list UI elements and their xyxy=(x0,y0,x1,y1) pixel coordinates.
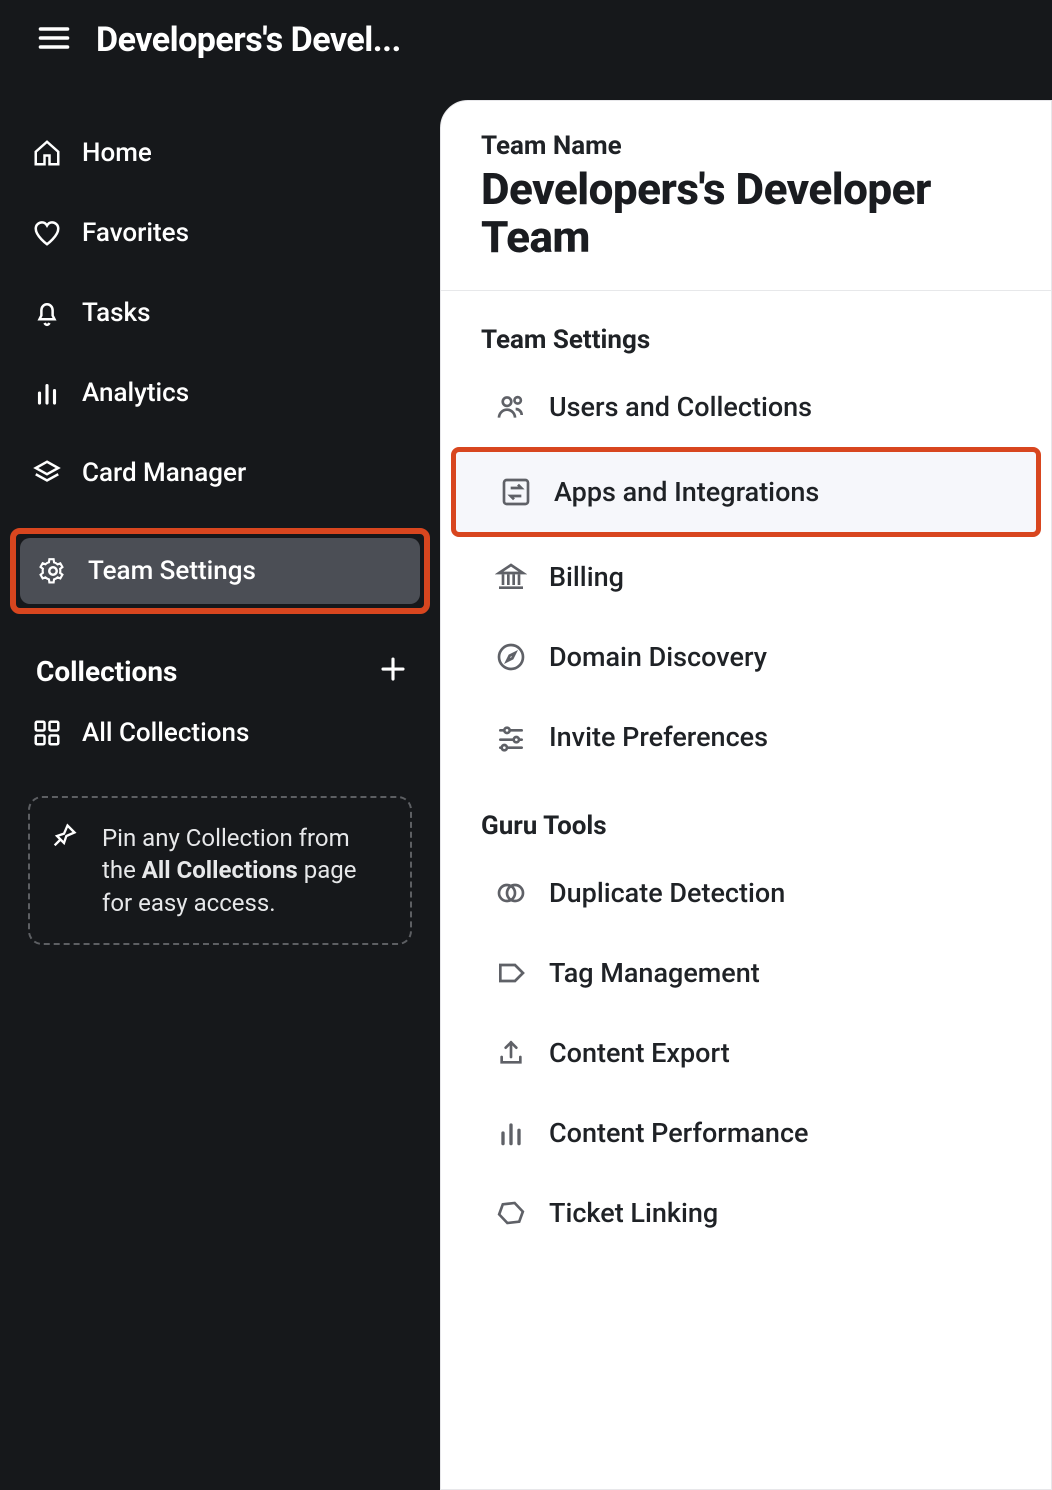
panel-item-domain-discovery[interactable]: Domain Discovery xyxy=(441,617,1051,697)
layers-icon xyxy=(32,458,62,488)
panel-item-duplicate-detection[interactable]: Duplicate Detection xyxy=(441,853,1051,933)
panel-item-apps-integrations[interactable]: Apps and Integrations xyxy=(456,452,1036,532)
collections-label: Collections xyxy=(36,655,177,688)
panel-header: Team Name Developers's Developer Team xyxy=(441,131,1051,291)
panel-highlight: Apps and Integrations xyxy=(451,447,1041,537)
gear-icon xyxy=(38,556,68,586)
sidebar-item-label: Team Settings xyxy=(88,556,256,586)
panel-item-label: Content Export xyxy=(549,1037,730,1069)
sidebar: Home Favorites Tasks Analytics xyxy=(0,100,440,1490)
bar-chart-icon xyxy=(495,1117,527,1149)
app-title: Developers's Devel... xyxy=(96,20,401,60)
sidebar-item-team-settings[interactable]: Team Settings xyxy=(20,538,420,604)
team-name-heading: Developers's Developer Team xyxy=(481,165,1011,262)
overlap-circles-icon xyxy=(495,877,527,909)
sidebar-item-card-manager[interactable]: Card Manager xyxy=(14,440,426,506)
topbar: Developers's Devel... xyxy=(0,0,1052,100)
panel-section-team-settings: Team Settings Users and Collections Apps… xyxy=(441,291,1051,777)
home-icon xyxy=(32,138,62,168)
export-icon xyxy=(495,1037,527,1069)
panel-item-label: Invite Preferences xyxy=(549,721,768,753)
panel-item-billing[interactable]: Billing xyxy=(441,537,1051,617)
pin-icon xyxy=(50,822,78,919)
panel-item-users-collections[interactable]: Users and Collections xyxy=(441,367,1051,447)
panel-item-tag-management[interactable]: Tag Management xyxy=(441,933,1051,1013)
menu-icon[interactable] xyxy=(36,20,72,60)
panel-item-label: Domain Discovery xyxy=(549,641,767,673)
sidebar-item-analytics[interactable]: Analytics xyxy=(14,360,426,426)
pin-hint-text-bold: All Collections xyxy=(142,856,298,884)
panel-item-content-export[interactable]: Content Export xyxy=(441,1013,1051,1093)
panel-item-label: Billing xyxy=(549,561,624,593)
panel-item-ticket-linking[interactable]: Ticket Linking xyxy=(441,1173,1051,1253)
sidebar-item-label: Card Manager xyxy=(82,458,246,488)
panel-item-label: Duplicate Detection xyxy=(549,877,785,909)
grid-icon xyxy=(32,718,62,748)
panel-item-label: Tag Management xyxy=(549,957,760,989)
sidebar-item-label: Tasks xyxy=(82,298,151,328)
compass-icon xyxy=(495,641,527,673)
sidebar-item-label: Home xyxy=(82,138,152,168)
analytics-icon xyxy=(32,378,62,408)
sidebar-item-home[interactable]: Home xyxy=(14,120,426,186)
users-icon xyxy=(495,391,527,423)
panel-item-label: Ticket Linking xyxy=(549,1197,718,1229)
swap-icon xyxy=(500,476,532,508)
sliders-icon xyxy=(495,721,527,753)
sidebar-highlight: Team Settings xyxy=(10,528,430,614)
tag-icon xyxy=(495,957,527,989)
sidebar-item-favorites[interactable]: Favorites xyxy=(14,200,426,266)
pin-hint-box: Pin any Collection from the All Collecti… xyxy=(28,796,412,945)
sidebar-item-all-collections[interactable]: All Collections xyxy=(14,700,426,766)
panel-item-label: Content Performance xyxy=(549,1117,809,1149)
sidebar-item-label: All Collections xyxy=(82,718,249,748)
panel-item-label: Users and Collections xyxy=(549,391,812,423)
pin-hint-text: Pin any Collection from the All Collecti… xyxy=(102,822,386,919)
section-title: Guru Tools xyxy=(441,811,1051,853)
panel-section-guru-tools: Guru Tools Duplicate Detection Tag Manag… xyxy=(441,777,1051,1253)
panel-item-content-performance[interactable]: Content Performance xyxy=(441,1093,1051,1173)
collections-header: Collections xyxy=(14,614,426,700)
bank-icon xyxy=(495,561,527,593)
section-title: Team Settings xyxy=(441,325,1051,367)
bell-icon xyxy=(32,298,62,328)
panel-item-invite-preferences[interactable]: Invite Preferences xyxy=(441,697,1051,777)
ticket-icon xyxy=(495,1197,527,1229)
sidebar-item-tasks[interactable]: Tasks xyxy=(14,280,426,346)
sidebar-item-label: Favorites xyxy=(82,218,189,248)
settings-panel: Team Name Developers's Developer Team Te… xyxy=(440,100,1052,1490)
panel-eyebrow: Team Name xyxy=(481,131,1011,161)
panel-item-label: Apps and Integrations xyxy=(554,476,819,508)
sidebar-item-label: Analytics xyxy=(82,378,189,408)
heart-icon xyxy=(32,218,62,248)
add-collection-button[interactable] xyxy=(378,654,408,688)
